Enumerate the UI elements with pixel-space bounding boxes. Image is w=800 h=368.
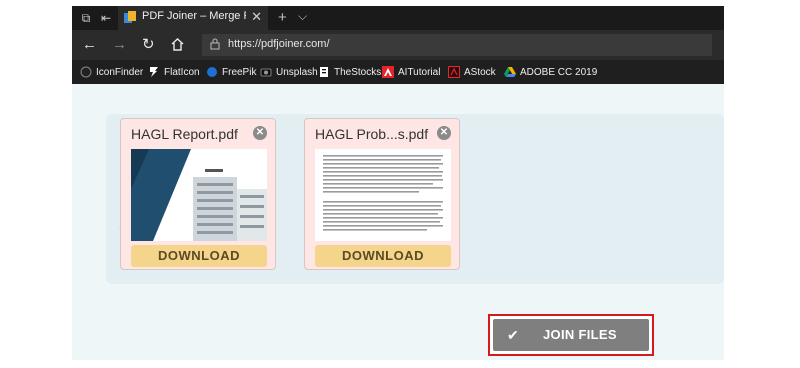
bookmark-label: Unsplash xyxy=(276,66,318,78)
bookmark-label: FlatIcon xyxy=(164,66,200,78)
remove-file-icon[interactable]: ✕ xyxy=(253,126,267,140)
bookmarks-bar: IconFinder FlatIcon FreePik Unsplash The… xyxy=(72,60,724,84)
bookmark-label: AStock xyxy=(464,66,496,78)
join-files-label: JOIN FILES xyxy=(543,327,617,342)
flaticon-icon xyxy=(150,67,158,77)
bookmark-label: AITutorial xyxy=(398,66,441,78)
tab-strip: ⧉ ⇤ PDF Joiner – Merge PDF ✕ + ⌵ xyxy=(72,6,724,30)
bookmark-label: IconFinder xyxy=(96,66,144,78)
freepik-icon xyxy=(207,67,217,77)
iconfinder-icon xyxy=(80,66,92,78)
bookmark-label: TheStocks xyxy=(334,66,382,78)
download-button[interactable]: DOWNLOAD xyxy=(131,245,267,267)
join-files-highlight: ✔ JOIN FILES xyxy=(488,314,654,356)
tab-aside-icon[interactable]: ⇤ xyxy=(98,10,114,26)
file-card: HAGL Report.pdf ✕ DOWNLOAD xyxy=(120,118,276,270)
bookmark-freepik[interactable]: FreePik xyxy=(206,65,256,79)
file-card: HAGL Prob...s.pdf ✕ DOWNLOAD xyxy=(304,118,460,270)
camera-icon xyxy=(260,68,272,77)
bookmark-adobe-cc-2019[interactable]: ADOBE CC 2019 xyxy=(504,65,597,79)
join-files-button[interactable]: ✔ JOIN FILES xyxy=(493,319,649,351)
bookmark-astock[interactable]: AStock xyxy=(448,65,496,79)
back-arrow-icon[interactable]: ← xyxy=(82,36,97,54)
checkmark-icon: ✔ xyxy=(507,327,519,343)
pdfjoiner-favicon-icon xyxy=(124,11,136,23)
astock-icon xyxy=(448,66,460,78)
download-button[interactable]: DOWNLOAD xyxy=(315,245,451,267)
bookmark-unsplash[interactable]: Unsplash xyxy=(260,65,318,79)
new-tab-icon[interactable]: + xyxy=(278,9,287,26)
close-tab-icon[interactable]: ✕ xyxy=(251,9,262,25)
refresh-icon[interactable]: ↻ xyxy=(142,36,155,54)
bookmark-flaticon[interactable]: FlatIcon xyxy=(148,65,200,79)
thestocks-icon xyxy=(320,67,328,77)
file-thumbnail xyxy=(315,149,451,241)
page-content: ❮ HAGL Report.pdf ✕ xyxy=(72,84,724,360)
forward-arrow-icon[interactable]: → xyxy=(112,36,127,54)
bookmark-label: ADOBE CC 2019 xyxy=(520,66,598,78)
tab-active[interactable]: PDF Joiner – Merge PDF ✕ xyxy=(118,6,268,30)
browser-window: ⧉ ⇤ PDF Joiner – Merge PDF ✕ + ⌵ ← → ↻ h… xyxy=(72,6,724,84)
remove-file-icon[interactable]: ✕ xyxy=(437,126,451,140)
files-panel: ❮ HAGL Report.pdf ✕ xyxy=(106,114,724,284)
bookmark-label: FreePik xyxy=(222,66,257,78)
home-icon[interactable] xyxy=(170,37,185,52)
address-bar[interactable]: https://pdfjoiner.com/ xyxy=(202,34,712,56)
bookmark-aitutorial[interactable]: AITutorial xyxy=(382,65,440,79)
tab-actions-icon[interactable]: ⧉ xyxy=(78,10,94,26)
file-name: HAGL Prob...s.pdf xyxy=(315,126,429,142)
navigation-bar: ← → ↻ https://pdfjoiner.com/ xyxy=(72,30,724,60)
adobe-icon xyxy=(382,66,394,78)
url-text: https://pdfjoiner.com/ xyxy=(228,38,330,50)
file-thumbnail xyxy=(131,149,267,241)
tab-list-chevron-icon[interactable]: ⌵ xyxy=(298,9,307,24)
file-name: HAGL Report.pdf xyxy=(131,126,238,142)
bookmark-thestocks[interactable]: TheStocks xyxy=(318,65,381,79)
lock-icon xyxy=(210,38,220,50)
drive-icon xyxy=(504,67,516,77)
tab-title: PDF Joiner – Merge PDF xyxy=(142,10,246,22)
bookmark-iconfinder[interactable]: IconFinder xyxy=(80,65,143,79)
